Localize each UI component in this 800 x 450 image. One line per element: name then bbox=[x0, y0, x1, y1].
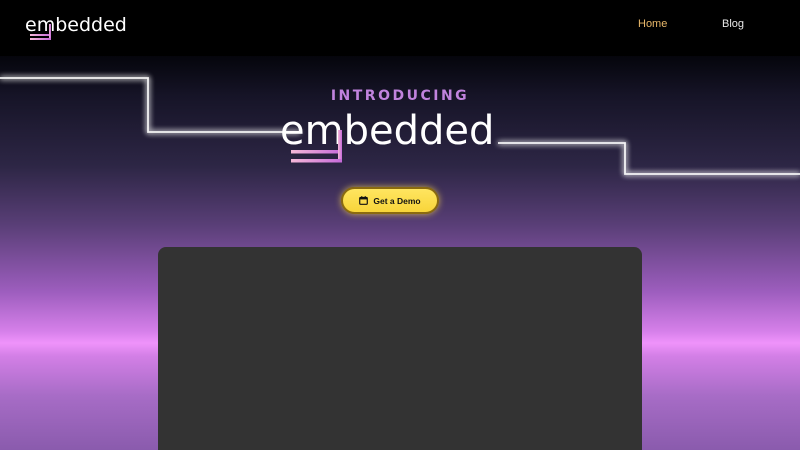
get-demo-button[interactable]: Get a Demo bbox=[341, 187, 439, 214]
top-navbar: embedded Home Blog bbox=[0, 0, 800, 56]
product-preview-panel[interactable] bbox=[158, 247, 642, 450]
brand-wordmark: embedded bbox=[25, 14, 127, 36]
brand-logo[interactable]: embedded bbox=[25, 12, 135, 44]
hero-wordmark: embedded bbox=[280, 108, 494, 154]
get-demo-label: Get a Demo bbox=[373, 195, 421, 206]
nav-link-blog[interactable]: Blog bbox=[722, 18, 744, 30]
hero-logo: embedded bbox=[280, 108, 494, 163]
calendar-icon bbox=[359, 196, 369, 205]
hero-eyebrow: INTRODUCING bbox=[330, 88, 470, 104]
nav-link-home[interactable]: Home bbox=[638, 18, 667, 30]
